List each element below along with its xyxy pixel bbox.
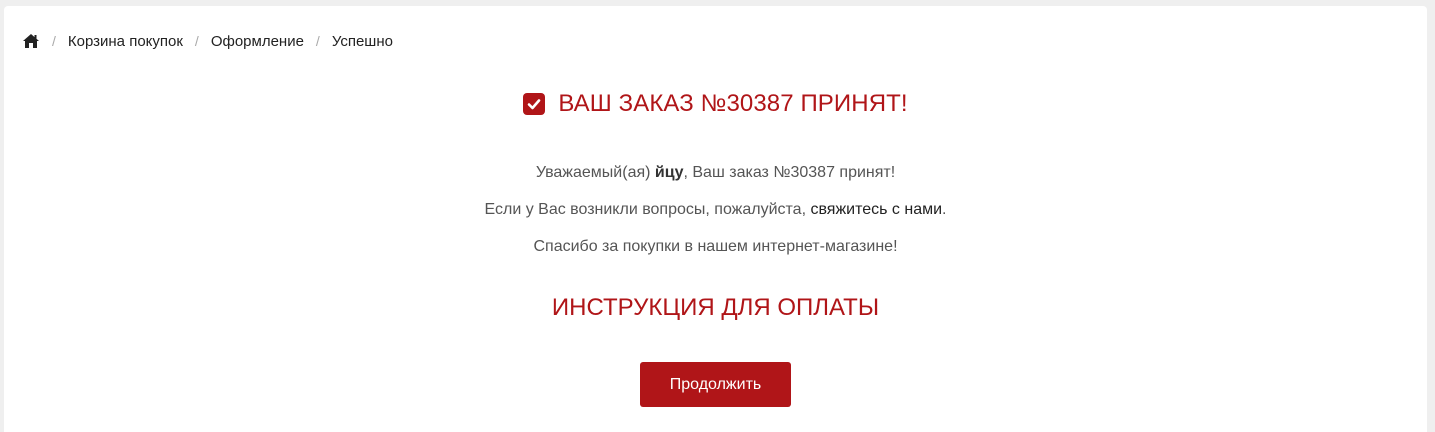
- customer-name: йцу: [654, 164, 684, 181]
- continue-button[interactable]: Продолжить: [640, 362, 791, 407]
- payment-instructions-heading: ИНСТРУКЦИЯ ДЛЯ ОПЛАТЫ: [551, 294, 880, 321]
- breadcrumb-item-cart[interactable]: Корзина покупок: [68, 33, 183, 50]
- contact-suffix: .: [942, 201, 947, 218]
- breadcrumb-separator: /: [52, 33, 56, 49]
- breadcrumb-separator: /: [194, 33, 199, 49]
- contact-prefix: Если у Вас возникли вопросы, пожалуйста,: [484, 201, 811, 218]
- greeting-suffix: , Ваш заказ №30387 принят!: [683, 164, 896, 181]
- thank-you-text: Спасибо за покупки в нашем интернет-мага…: [533, 238, 898, 255]
- greeting-prefix: Уважаемый(ая): [535, 164, 655, 181]
- breadcrumb-item-checkout[interactable]: Оформление: [211, 33, 304, 50]
- greeting-text: Уважаемый(ая) йцу, Ваш заказ №30387 прин…: [4, 164, 1427, 182]
- home-icon[interactable]: [22, 33, 40, 49]
- page-title: ВАШ ЗАКАЗ №30387 ПРИНЯТ!: [558, 90, 908, 117]
- checked-square-icon: [523, 93, 546, 115]
- breadcrumb-item-success[interactable]: Успешно: [332, 33, 393, 50]
- order-confirmation-title: ВАШ ЗАКАЗ №30387 ПРИНЯТ!: [4, 90, 1427, 118]
- contact-text: Если у Вас возникли вопросы, пожалуйста,…: [4, 201, 1427, 219]
- breadcrumb: / Корзина покупок / Оформление / Успешно: [22, 30, 393, 52]
- breadcrumb-separator: /: [315, 33, 320, 49]
- contact-us-link[interactable]: свяжитесь с нами: [810, 201, 942, 218]
- content-card: / Корзина покупок / Оформление / Успешно…: [4, 6, 1427, 432]
